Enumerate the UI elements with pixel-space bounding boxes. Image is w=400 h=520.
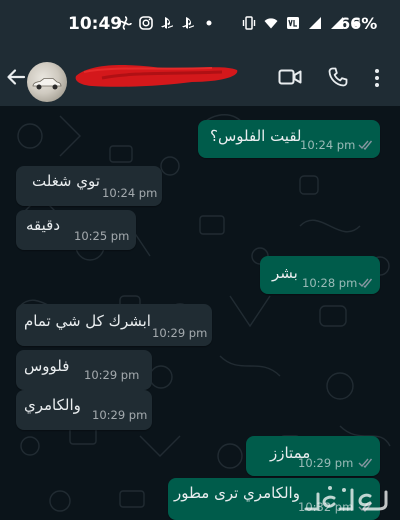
message-text: والكامري [24, 396, 81, 414]
redacted-contact-name [75, 65, 238, 87]
message-text: توي شغلت [32, 172, 100, 190]
playstation-icon [161, 17, 173, 29]
signal-icon [309, 17, 321, 29]
fan-icon [118, 16, 132, 30]
arrow-left-icon[interactable] [6, 67, 26, 87]
wifi-icon [264, 18, 278, 29]
message-time: 10:24 pm [300, 138, 356, 152]
message-text: ابشرك كل شي تمام [24, 312, 151, 330]
read-receipt-icon [358, 140, 373, 150]
message-text: فلووس [24, 357, 70, 375]
car-icon [32, 78, 62, 90]
read-receipt-icon [358, 278, 373, 288]
video-camera-icon[interactable] [278, 68, 302, 86]
status-time: 10:49 [68, 14, 123, 34]
avatar[interactable] [27, 62, 67, 102]
volte-icon [287, 17, 299, 29]
message-text: دقيقه [26, 216, 61, 234]
chat-area[interactable]: لقيت الفلوس؟ 10:24 pm توي شغلت 10:24 pm … [0, 106, 400, 520]
message-time: 10:25 pm [74, 229, 130, 243]
message-text: بشر [272, 264, 298, 282]
status-left-icons [118, 16, 216, 30]
status-bar: 10:49 66% [0, 0, 400, 50]
more-vertical-icon[interactable] [370, 67, 384, 89]
instagram-icon [139, 16, 153, 30]
message-time: 10:24 pm [102, 186, 158, 200]
message-time: 10:29 pm [298, 456, 354, 470]
message-time: 10:29 pm [92, 408, 148, 422]
read-receipt-icon [358, 458, 373, 468]
message-time: 10:29 pm [84, 368, 140, 382]
playstation-icon [182, 17, 194, 29]
message-text: لقيت الفلوس؟ [210, 127, 302, 145]
phone-icon[interactable] [328, 67, 348, 87]
vibrate-icon [242, 16, 256, 30]
dot-icon [206, 20, 212, 26]
watermark-logo [304, 486, 388, 511]
message-text: والكامري ترى مطور [174, 484, 300, 502]
battery-percent: 66% [339, 14, 378, 33]
message-time: 10:28 pm [302, 276, 358, 290]
message-time: 10:29 pm [152, 326, 208, 340]
